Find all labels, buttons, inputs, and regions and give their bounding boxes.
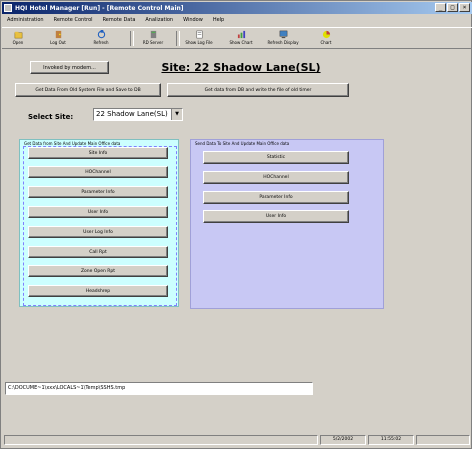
window-controls: _ □ × [435, 3, 470, 12]
rd-server-button[interactable]: RD Server [136, 30, 170, 47]
menu-bar: Administration Remote Control Remote Dat… [2, 15, 472, 24]
parameter-info-send-button[interactable]: Parameter Info [203, 191, 349, 204]
menu-window[interactable]: Window [178, 17, 208, 23]
app-icon [4, 4, 12, 12]
send-data-panel: Send Data To Site And Update Main Office… [190, 139, 384, 309]
maximize-icon[interactable]: □ [447, 3, 458, 12]
select-site-dropdown[interactable]: 22 Shadow Lane(SL) ▼ [93, 108, 183, 121]
headshrep-button[interactable]: Headshrep [28, 285, 168, 297]
site-info-button[interactable]: Site Info [28, 147, 168, 159]
path-field[interactable]: C:\DOCUME~1\xxx\LOCALS~1\Temp\SSHS.tmp [5, 382, 313, 395]
user-log-info-button[interactable]: User Log Info [28, 226, 168, 238]
open-icon [14, 31, 22, 39]
open-button[interactable]: Open [6, 30, 30, 47]
minimize-icon[interactable]: _ [435, 3, 446, 12]
refresh-display-button[interactable]: Refresh Display [266, 30, 300, 47]
page-title: Site: 22 Shadow Lane(SL) [161, 61, 321, 74]
get-data-from-file-button[interactable]: Get Data From Old System File and Save t… [15, 83, 161, 97]
server-icon [150, 30, 156, 39]
chart-icon [322, 30, 330, 39]
refresh-icon [97, 30, 105, 39]
user-info-send-button[interactable]: User Info [203, 210, 349, 223]
menu-help[interactable]: Help [208, 17, 229, 23]
menu-remote-data[interactable]: Remote Data [98, 17, 141, 23]
get-data-from-db-button[interactable]: Get data from DB and write the file of o… [167, 83, 349, 97]
zone-open-rpt-button[interactable]: Zone Open Rpt [28, 265, 168, 277]
menu-remote-control[interactable]: Remote Control [49, 17, 98, 23]
status-date: 5/2/2002 [320, 435, 366, 445]
statistic-button[interactable]: Statistic [203, 151, 349, 164]
ho-channel-button[interactable]: HOChannel [28, 166, 168, 178]
get-data-panel: Get Data from Site And Update Main Offic… [19, 139, 179, 307]
main-window: HQI Hotel Manager [Run] - [Remote Contro… [0, 0, 472, 449]
title-bar[interactable]: HQI Hotel Manager [Run] - [Remote Contro… [2, 2, 472, 14]
show-log-file-button[interactable]: Show Log File [182, 30, 216, 47]
select-site-label: Select Site: [28, 113, 74, 121]
status-bar: 5/2/2002 11:55:02 [2, 433, 472, 447]
logout-icon [55, 30, 61, 39]
menu-analization[interactable]: Analization [140, 17, 178, 23]
display-icon [279, 30, 287, 39]
parameter-info-button[interactable]: Parameter Info [28, 186, 168, 198]
refresh-button[interactable]: Refresh [89, 30, 113, 47]
user-info-button[interactable]: User Info [28, 206, 168, 218]
status-message [4, 435, 318, 445]
chevron-down-icon[interactable]: ▼ [171, 109, 182, 120]
call-rpt-button[interactable]: Call Rpt [28, 246, 168, 258]
send-data-panel-label: Send Data To Site And Update Main Office… [195, 141, 290, 146]
menu-administration[interactable]: Administration [2, 17, 49, 23]
select-site-value: 22 Shadow Lane(SL) [96, 110, 168, 118]
logout-button[interactable]: Log Out [46, 30, 70, 47]
show-chart-button[interactable]: Show Chart [224, 30, 258, 47]
log-file-icon [196, 30, 202, 39]
status-time: 11:55:02 [368, 435, 414, 445]
get-data-panel-label: Get Data from Site And Update Main Offic… [24, 141, 121, 146]
toolbar-separator [130, 31, 134, 46]
window-title: HQI Hotel Manager [Run] - [Remote Contro… [15, 4, 184, 12]
chart-button[interactable]: Chart [314, 30, 338, 47]
invoked-by-modem-button[interactable]: Invoked by modem... [30, 61, 109, 74]
ho-channel-send-button[interactable]: HOChannel [203, 171, 349, 184]
status-extra [416, 435, 470, 445]
toolbar: Open Log Out Refresh RD Server Show Log … [2, 27, 472, 49]
chart-icon [237, 30, 245, 39]
toolbar-separator [176, 31, 180, 46]
close-icon[interactable]: × [459, 3, 470, 12]
